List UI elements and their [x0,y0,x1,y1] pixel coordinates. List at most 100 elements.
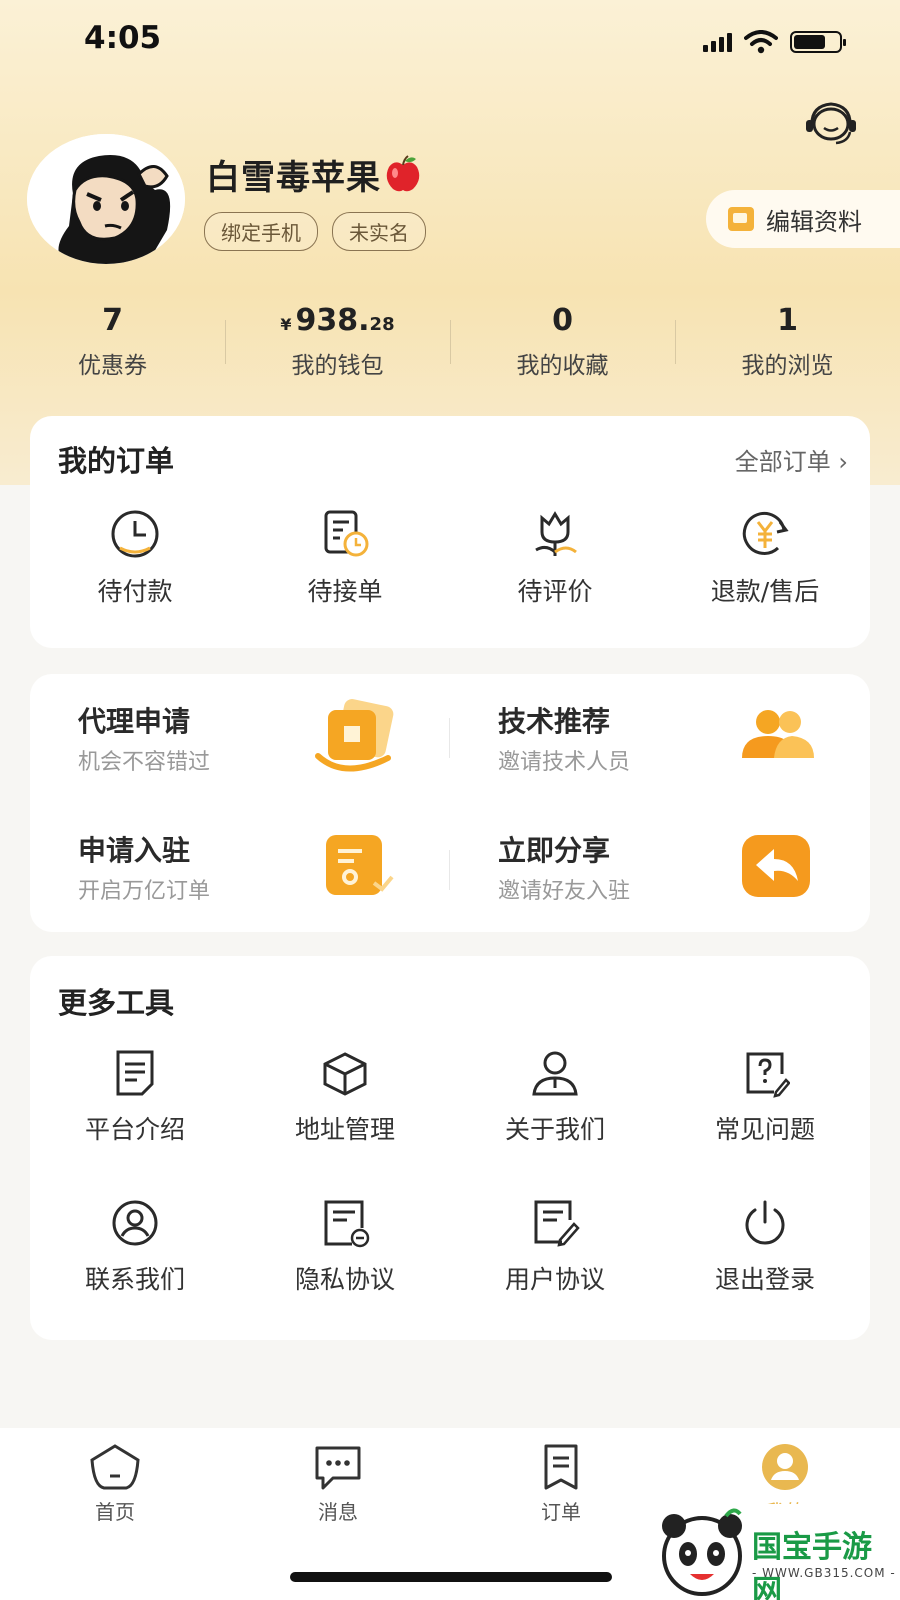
tools-row-1: 平台介绍 地址管理 关于我们 常见问题 [30,1048,870,1146]
apple-icon [386,155,420,192]
tool-privacy[interactable]: 隐私协议 [240,1198,450,1296]
join-document-icon [326,835,394,895]
promo-tech-title: 技术推荐 [498,705,611,738]
contact-icon [112,1200,158,1246]
flower-icon [535,511,577,556]
stat-favorites-label: 我的收藏 [516,353,609,379]
person-icon [532,1051,578,1096]
refund-icon [742,511,789,555]
document-clock-icon [324,510,369,557]
tools-row-2: 联系我们 隐私协议 用户协议 退出登录 [30,1198,870,1296]
promo-agent-subtitle: 机会不容错过 [78,750,211,775]
stat-wallet-label: 我的钱包 [291,353,384,379]
tab-home[interactable]: 首页 [55,1442,175,1525]
orders-card: 我的订单 全部订单 › 待付款 待接单 待评价 退款/售后 [30,416,870,648]
privacy-doc-icon [324,1200,370,1248]
stat-favorites[interactable]: 0 我的收藏 [450,300,675,380]
promo-tech-recommend[interactable]: 技术推荐 邀请技术人员 [450,674,870,803]
share-icon [742,835,810,897]
edit-profile-icon [728,207,754,231]
stat-wallet-value: ¥938.28 [280,303,395,338]
order-refund-label: 退款/售后 [710,577,820,606]
tool-address-label: 地址管理 [294,1115,395,1144]
people-icon [742,710,814,758]
tab-orders-label: 订单 [541,1500,581,1524]
status-bar: 4:05 [0,0,900,82]
edit-profile-label: 编辑资料 [766,207,862,236]
watermark: 国宝手游网 - WWW.GB315.COM - [648,1504,900,1600]
promo-tech-subtitle: 邀请技术人员 [498,750,631,775]
tool-about-label: 关于我们 [504,1115,605,1144]
tab-messages-label: 消息 [318,1500,358,1524]
username: 白雪毒苹果 [206,150,423,199]
stat-wallet[interactable]: ¥938.28 我的钱包 [225,300,450,380]
tool-platform-intro[interactable]: 平台介绍 [30,1048,240,1146]
promo-agent-apply[interactable]: 代理申请 机会不容错过 [30,674,450,803]
stat-history[interactable]: 1 我的浏览 [675,300,900,380]
tool-faq[interactable]: 常见问题 [660,1048,870,1146]
promo-card: 代理申请 机会不容错过 技术推荐 邀请技术人员 申请入驻 开启万亿订单 立即分享… [30,674,870,932]
box-icon [323,1052,367,1096]
home-indicator[interactable] [290,1572,612,1582]
tool-contact-label: 联系我们 [84,1265,185,1294]
promo-join-subtitle: 开启万亿订单 [78,879,211,904]
tab-home-label: 首页 [95,1500,135,1524]
clock-icon [111,510,159,558]
promo-join[interactable]: 申请入驻 开启万亿订单 [30,803,450,932]
orders-title: 我的订单 [58,444,175,478]
tool-address[interactable]: 地址管理 [240,1048,450,1146]
stat-coupons-label: 优惠券 [78,353,147,379]
stat-history-value: 1 [777,303,798,338]
tools-title: 更多工具 [58,986,175,1020]
tag-unverified[interactable]: 未实名 [332,212,426,251]
order-pending-payment-label: 待付款 [97,577,173,606]
order-pending-review-label: 待评价 [517,577,593,606]
promo-share-title: 立即分享 [498,834,611,867]
edit-profile-button[interactable]: 编辑资料 [706,190,900,248]
question-doc-icon [746,1052,790,1098]
order-pending-payment[interactable]: 待付款 [30,508,240,608]
orders-grid: 待付款 待接单 待评价 退款/售后 [30,508,870,608]
tag-bind-phone[interactable]: 绑定手机 [204,212,318,251]
edit-doc-icon [534,1200,580,1247]
all-orders-link[interactable]: 全部订单 › [735,442,848,477]
customer-service-icon[interactable] [802,98,860,150]
avatar[interactable] [27,134,185,264]
profile-icon [762,1444,808,1490]
home-icon [90,1444,140,1490]
signal-icon [703,32,732,52]
tool-logout[interactable]: 退出登录 [660,1198,870,1296]
tool-user-agreement[interactable]: 用户协议 [450,1198,660,1296]
tool-privacy-label: 隐私协议 [294,1265,395,1294]
battery-icon [790,31,846,53]
stat-coupons[interactable]: 7 优惠券 [0,300,225,380]
status-icons [703,30,846,54]
watermark-sub: - WWW.GB315.COM - [752,1566,896,1580]
tab-orders[interactable]: 订单 [501,1442,621,1525]
tool-platform-intro-label: 平台介绍 [84,1115,185,1144]
order-pending-review[interactable]: 待评价 [450,508,660,608]
stat-history-label: 我的浏览 [741,353,834,379]
wifi-icon [744,30,778,54]
note-icon [116,1050,154,1096]
watermark-text: 国宝手游网 [752,1530,872,1600]
order-refund[interactable]: 退款/售后 [660,508,870,608]
tool-contact[interactable]: 联系我们 [30,1198,240,1296]
agent-apply-icon [315,699,394,772]
promo-join-title: 申请入驻 [78,834,191,867]
promo-share[interactable]: 立即分享 邀请好友入驻 [450,803,870,932]
tool-about[interactable]: 关于我们 [450,1048,660,1146]
order-pending-accept[interactable]: 待接单 [240,508,450,608]
stat-favorites-value: 0 [552,303,573,338]
profile-tags: 绑定手机 未实名 [204,212,426,251]
tool-user-agreement-label: 用户协议 [504,1265,605,1294]
promo-share-subtitle: 邀请好友入驻 [498,879,631,904]
stats-row: 7 优惠券 ¥938.28 我的钱包 0 我的收藏 1 我的浏览 [0,300,900,380]
tab-messages[interactable]: 消息 [278,1442,398,1525]
power-icon [745,1200,785,1245]
tool-faq-label: 常见问题 [714,1115,815,1144]
stat-coupons-value: 7 [102,303,123,338]
tools-card: 更多工具 平台介绍 地址管理 关于我们 常见问题 联系我们 隐私协议 用户协议 … [30,956,870,1340]
message-icon [315,1446,361,1490]
order-pending-accept-label: 待接单 [307,577,383,606]
